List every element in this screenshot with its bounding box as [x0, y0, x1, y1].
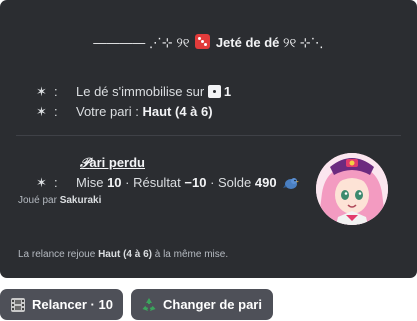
result-title-text: ari perdu — [89, 155, 145, 170]
star-bullet: ✶ — [36, 175, 47, 190]
anime-avatar-image — [316, 153, 388, 225]
resultat-value: −10 — [184, 175, 207, 190]
footer-bet: Haut (4 à 6) — [98, 249, 152, 260]
mise-label: Mise — [76, 175, 108, 190]
resultat-label: · Résultat — [121, 175, 185, 190]
recycle-icon — [142, 297, 156, 311]
reroll-button[interactable]: Relancer · 10 — [0, 289, 123, 320]
result-title: 𝒫ari perdu — [80, 155, 145, 171]
colon: : — [54, 175, 58, 190]
change-bet-button[interactable]: Changer de pari — [131, 289, 273, 320]
played-by: Joué par Sakuraki — [18, 195, 101, 206]
bet-label: Votre pari : — [76, 104, 143, 119]
played-by-label: Joué par — [18, 195, 60, 206]
avatar[interactable] — [316, 153, 388, 225]
bet-row: ✶: Votre pari : Haut (4 à 6) — [36, 104, 213, 120]
bet-value: Haut (4 à 6) — [142, 104, 213, 119]
footer-note: La relance rejoue Haut (4 à 6) à la même… — [18, 249, 228, 260]
film-frames-icon — [11, 297, 25, 312]
dice-result-label: Le dé s'immobilise sur — [76, 84, 208, 99]
divider — [16, 135, 401, 136]
footer-prefix: La relance rejoue — [18, 249, 99, 260]
embed-card: ———— ⋰⊹ ୨୧ Jeté de dé ୨୧ ⊹⋱ ✶: Le dé s'im… — [0, 0, 417, 278]
embed-title: Jeté de dé — [215, 35, 280, 50]
colon: : — [54, 104, 58, 119]
change-bet-button-label: Changer de pari — [163, 297, 262, 312]
embed-header: ———— ⋰⊹ ୨୧ Jeté de dé ୨୧ ⊹⋱ — [0, 34, 417, 51]
header-ornament-left: ———— ⋰⊹ ୨୧ — [93, 35, 194, 50]
solde-value: 490 — [254, 175, 277, 190]
die-face-one-icon — [207, 85, 221, 98]
reroll-button-label: Relancer · 10 — [32, 297, 113, 312]
red-dice-icon — [195, 34, 211, 49]
colon: : — [54, 84, 58, 99]
dice-result-value: 1 — [223, 84, 232, 99]
played-by-user: Sakuraki — [59, 195, 102, 206]
result-title-initial: 𝒫 — [80, 156, 90, 171]
dice-result-row: ✶: Le dé s'immobilise sur 1 — [36, 84, 231, 100]
balance-row: ✶: Mise 10 · Résultat −10 · Solde 490 — [36, 175, 300, 191]
footer-suffix: à la même mise. — [151, 249, 229, 260]
solde-label: · Solde — [206, 175, 255, 190]
header-ornament-right: ୨୧ ⊹⋱ — [279, 35, 324, 50]
blue-bird-icon — [283, 178, 300, 189]
star-bullet: ✶ — [36, 104, 47, 119]
star-bullet: ✶ — [36, 84, 47, 99]
mise-value: 10 — [107, 175, 122, 190]
